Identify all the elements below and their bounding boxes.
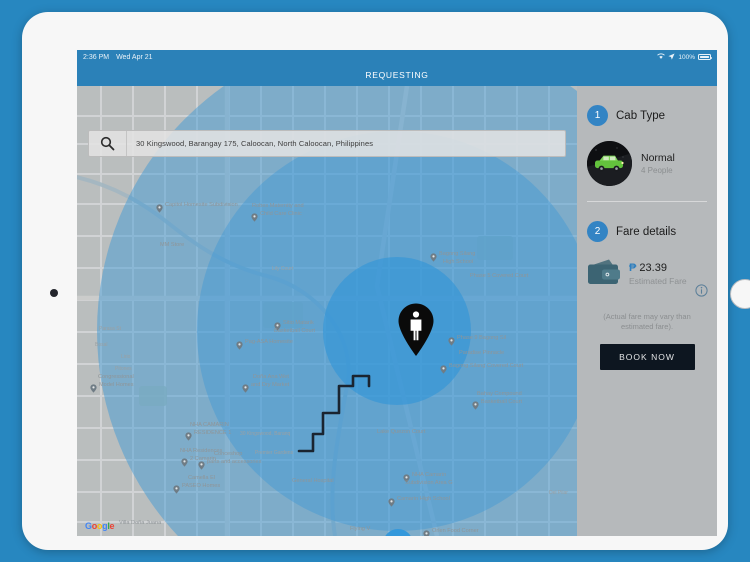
status-bar: 2:36 PM Wed Apr 21 100% [77,50,717,64]
cab-type-option[interactable]: Normal 4 People [587,141,707,186]
app-nav-bar: REQUESTING [77,64,717,86]
currency-symbol: ₱ [629,261,637,274]
cab-type-details: Normal 4 People [641,152,675,175]
person-map-pin-icon [396,302,436,358]
cab-type-name: Normal [641,152,675,164]
google-attribution-logo: Google [85,521,115,531]
fare-details-title: Fare details [616,225,677,238]
fare-label: Estimated Fare [629,275,687,286]
front-camera-icon [50,289,58,297]
booking-side-panel: 1 Cab Type Normal 4 People 2 Fare detail… [577,86,717,536]
wallet-icon [587,258,621,290]
battery-full-icon [698,54,712,60]
cab-type-title: Cab Type [616,109,666,122]
fare-amount: ₱ 23.39 [629,262,687,274]
device-screen: 2:36 PM Wed Apr 21 100% REQUESTING Capit… [77,50,717,536]
green-van-icon [587,141,632,186]
status-time: 2:36 PM [83,53,110,61]
status-date: Wed Apr 21 [116,53,153,61]
cab-type-capacity: 4 People [641,166,673,175]
battery-percent-label: 100% [678,53,695,61]
fare-amount-value: 23.39 [639,261,667,274]
location-arrow-icon [668,52,675,62]
step-badge-2: 2 [587,221,608,242]
step-badge-1: 1 [587,105,608,126]
cab-type-section: 1 Cab Type Normal 4 People [577,86,717,186]
book-now-button[interactable]: BOOK NOW [599,344,695,371]
search-icon [89,136,126,151]
wifi-icon [657,52,666,62]
fare-disclaimer: (Actual fare may vary than estimated far… [603,312,691,332]
map-view[interactable]: Capitol Homesite Subdivision Robes Matern… [77,86,577,536]
ipad-device-frame: 2:36 PM Wed Apr 21 100% REQUESTING Capit… [22,12,750,550]
cab-type-header: 1 Cab Type [587,86,707,126]
fare-summary-row: ₱ 23.39 Estimated Fare [587,258,707,290]
fare-details-header: 2 Fare details [587,202,707,242]
google-logo-letter: G [85,521,92,531]
status-bar-right: 100% [657,52,712,62]
home-button[interactable] [730,279,750,309]
fare-text-group: ₱ 23.39 Estimated Fare [629,262,687,287]
page-title: REQUESTING [365,70,429,80]
fare-details-section: 2 Fare details ₱ 23.39 Estimated Fare (A… [577,202,717,371]
status-bar-left: 2:36 PM Wed Apr 21 [83,54,153,61]
search-bar[interactable]: 30 Kingswood, Barangay 175, Caloocan, No… [88,130,566,157]
info-circle-icon[interactable] [695,284,708,297]
search-input[interactable]: 30 Kingswood, Barangay 175, Caloocan, No… [127,139,565,148]
google-logo-letter: e [109,521,115,531]
